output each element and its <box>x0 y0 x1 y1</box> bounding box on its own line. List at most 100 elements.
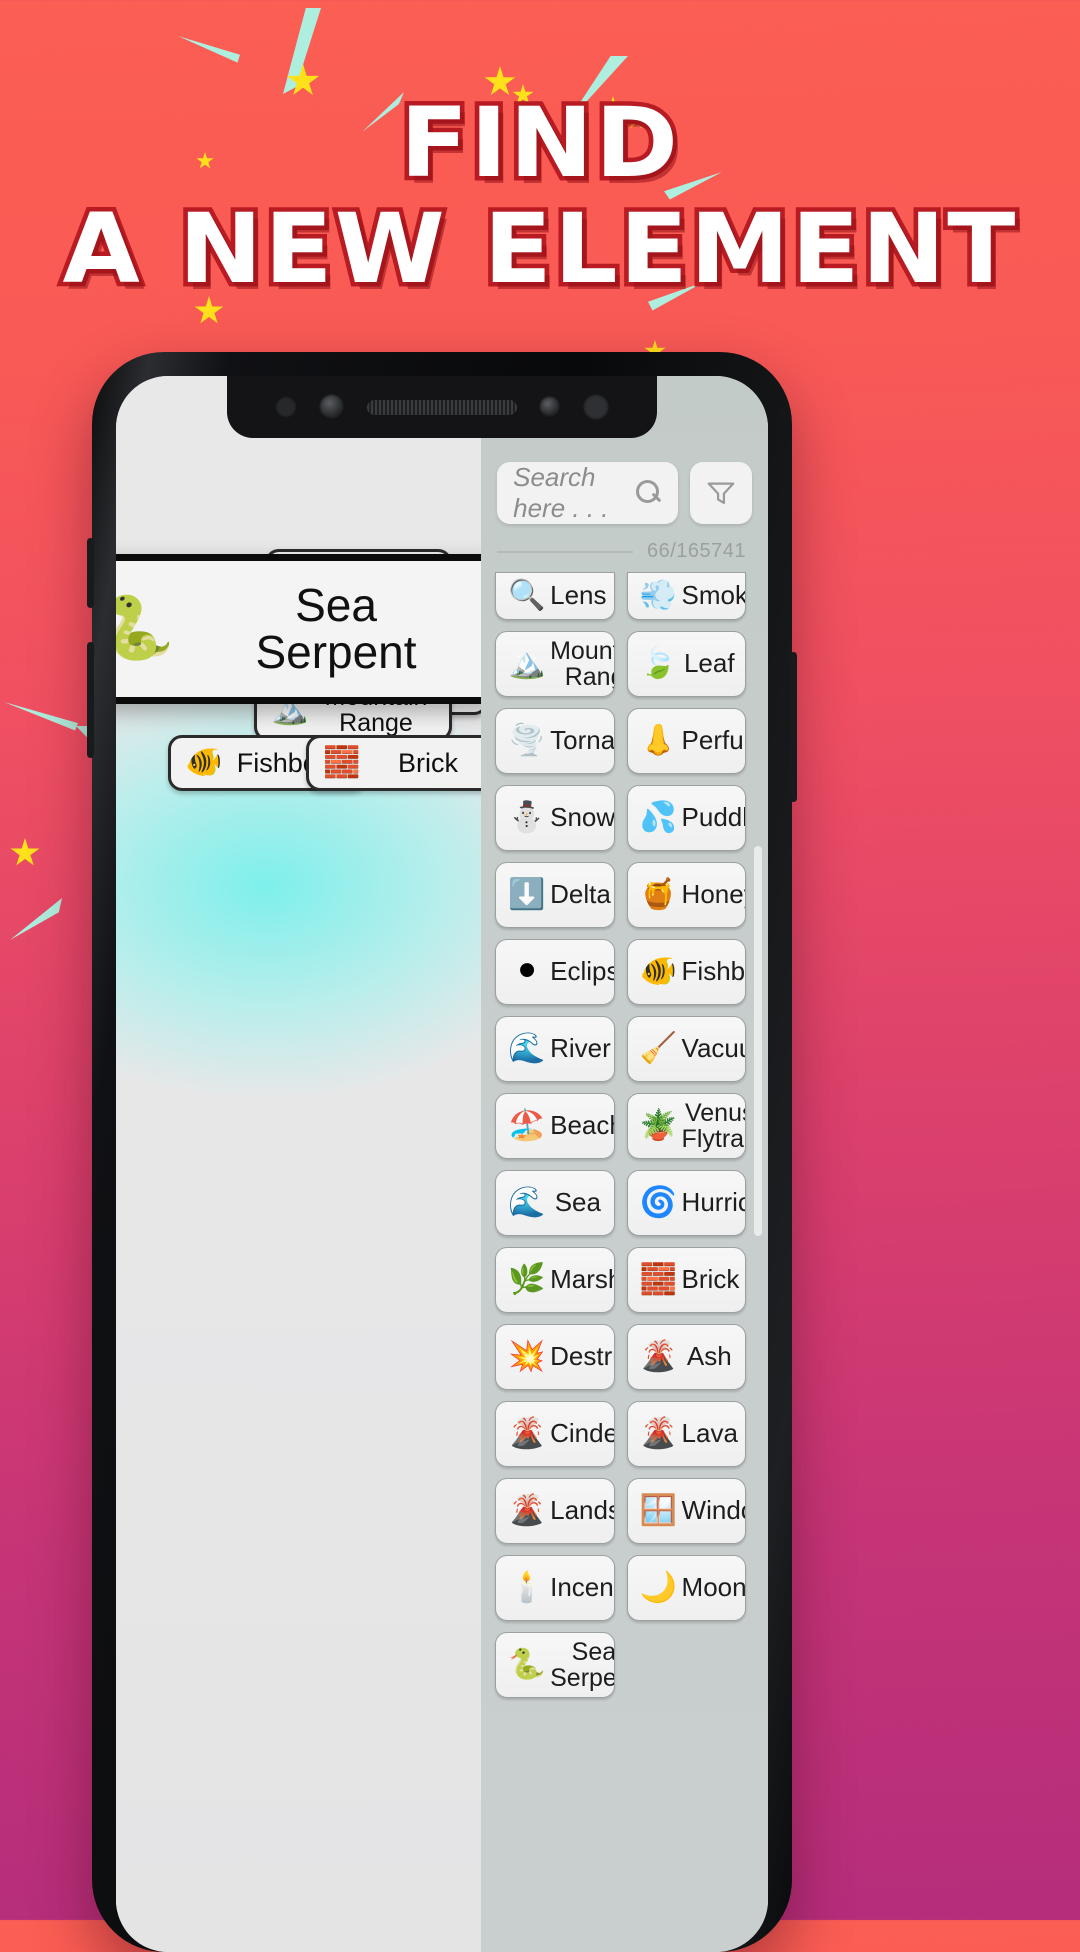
element-list-pane: Search here . . . 66/165741 🔍Lens💨Smoke🏔… <box>481 376 768 1952</box>
element-emoji-icon: 🌋 <box>639 1340 678 1373</box>
phone-button-volume-down[interactable] <box>87 642 94 758</box>
element-list-item[interactable]: 🕯️Incense <box>495 1555 615 1621</box>
confetti-streak <box>648 282 704 311</box>
element-list-item[interactable]: ⛄Snowman <box>495 785 615 851</box>
element-emoji-icon: 🌊 <box>508 1186 546 1219</box>
element-label: Brick <box>398 747 458 778</box>
confetti-star <box>512 84 534 105</box>
element-label: Destruction <box>550 1341 613 1372</box>
element-emoji-icon: 🌿 <box>508 1263 546 1296</box>
list-scrollbar[interactable] <box>754 846 762 1236</box>
element-label: Hurricane <box>681 1187 745 1218</box>
element-list-item[interactable]: 🐠Fishbowl <box>626 939 746 1005</box>
element-emoji-icon: ⚫ <box>514 955 540 988</box>
selected-element-card[interactable]: 🐍 Sea Serpent <box>116 554 482 704</box>
search-row: Search here . . . <box>497 462 752 524</box>
element-label: Eclipse <box>550 956 613 987</box>
confetti-streak <box>664 172 722 200</box>
element-label: Sea <box>554 1187 601 1218</box>
element-emoji-icon: 🧱 <box>323 746 361 779</box>
element-label: Beach <box>550 1110 613 1141</box>
element-list-item[interactable]: 💥Destruction <box>495 1324 615 1390</box>
element-emoji-icon: 🪴 <box>639 1109 678 1142</box>
app-screen: 🐍 Sea Serpent 🔍Lens🌳Tree❄️Ice⛄Snowman⚫Ec… <box>116 376 768 1952</box>
selected-element-label-line1: Sea <box>295 579 377 632</box>
element-list-item[interactable]: 🌪️Tornado <box>495 708 615 774</box>
element-label: Landslide <box>550 1495 613 1526</box>
element-list-item[interactable]: 🪴VenusFlytrap <box>626 1093 746 1159</box>
confetti-star <box>10 838 40 866</box>
filter-icon <box>707 482 735 505</box>
snake-icon: 🐍 <box>116 594 175 663</box>
element-emoji-icon: 🌊 <box>508 1032 546 1065</box>
element-label: SeaSerpent <box>550 1638 615 1692</box>
element-list-item[interactable]: 🍃 Leaf <box>626 631 746 697</box>
element-label: VenusFlytrap <box>681 1099 745 1153</box>
canvas-element-chip[interactable]: 🧱 Brick <box>306 735 482 791</box>
element-list-item[interactable]: ⬇️ Delta <box>495 862 615 928</box>
element-list-item[interactable]: 🔍 Lens <box>495 572 615 620</box>
element-emoji-icon: 🌪️ <box>508 724 546 757</box>
page-title: FIND A NEW ELEMENT <box>0 90 1080 302</box>
element-emoji-icon: 🧱 <box>639 1263 678 1296</box>
element-list-item[interactable]: 🪟Window <box>626 1478 746 1544</box>
element-list-item[interactable]: 🍯Honey <box>626 862 746 928</box>
filter-button[interactable] <box>690 462 752 524</box>
confetti-streak <box>4 702 78 731</box>
element-list-item[interactable]: 💦Puddle <box>626 785 746 851</box>
confetti-star <box>626 110 646 129</box>
element-emoji-icon: 🌋 <box>508 1494 546 1527</box>
element-emoji-icon: 🌙 <box>639 1571 678 1604</box>
search-icon[interactable] <box>636 480 662 506</box>
element-list-item[interactable]: 🌙 Moon <box>626 1555 746 1621</box>
element-list-item[interactable]: 🌋Cinder <box>495 1401 615 1467</box>
sensor-icon <box>275 396 297 418</box>
secondary-camera-icon <box>583 394 609 420</box>
confetti-star <box>484 66 516 96</box>
element-emoji-icon: 🍯 <box>639 878 678 911</box>
element-label: Snowman <box>550 802 615 833</box>
phone-button-volume-up[interactable] <box>87 538 94 608</box>
confetti-streak <box>178 36 240 63</box>
element-emoji-icon: 🏔️ <box>508 647 546 680</box>
element-list-item[interactable]: 🌊 Sea <box>495 1170 615 1236</box>
confetti-star <box>600 96 626 120</box>
selected-element-label: Sea Serpent <box>191 582 481 676</box>
element-label: Smoke <box>681 580 745 611</box>
front-camera-icon <box>319 394 345 420</box>
element-list-item[interactable]: 🏖️Beach <box>495 1093 615 1159</box>
element-emoji-icon: 🐠 <box>639 955 678 988</box>
phone-button-power[interactable] <box>790 652 797 802</box>
element-list-item[interactable]: 🌋 Ash <box>626 1324 746 1390</box>
element-list-item[interactable]: 🧹Vacuum <box>626 1016 746 1082</box>
proximity-sensor-icon <box>539 396 561 418</box>
element-label: Lens <box>550 580 607 611</box>
confetti-star <box>196 152 214 169</box>
workspace-canvas[interactable]: 🐍 Sea Serpent 🔍Lens🌳Tree❄️Ice⛄Snowman⚫Ec… <box>116 376 482 1952</box>
element-emoji-icon: 💨 <box>639 579 678 612</box>
element-list-item[interactable]: 🌋 Lava <box>626 1401 746 1467</box>
confetti-streak <box>10 898 62 940</box>
element-list-item[interactable]: 🌊 River <box>495 1016 615 1082</box>
search-input[interactable]: Search here . . . <box>497 462 678 524</box>
element-list-item[interactable]: 💨Smoke <box>626 572 746 620</box>
element-list-item[interactable]: 👃Perfume <box>626 708 746 774</box>
element-label: Lava <box>681 1418 738 1449</box>
element-label: Delta <box>550 879 611 910</box>
element-emoji-icon: 🍃 <box>639 647 678 680</box>
element-emoji-icon: 🌋 <box>639 1417 678 1450</box>
element-label: Fishbowl <box>681 956 746 987</box>
element-list-item[interactable]: ⚫ Eclipse <box>495 939 615 1005</box>
element-list-item[interactable]: 🌋Landslide <box>495 1478 615 1544</box>
element-label: Vacuum <box>681 1033 745 1064</box>
phone-mockup: 🐍 Sea Serpent 🔍Lens🌳Tree❄️Ice⛄Snowman⚫Ec… <box>87 352 797 1952</box>
element-emoji-icon: 🕯️ <box>508 1571 546 1604</box>
element-grid: 🔍Lens💨Smoke🏔️MountainRange🍃Leaf🌪️Tornado… <box>495 572 746 1952</box>
phone-screen: 🐍 Sea Serpent 🔍Lens🌳Tree❄️Ice⛄Snowman⚫Ec… <box>116 376 768 1952</box>
element-list-item[interactable]: 🏔️MountainRange <box>495 631 615 697</box>
element-list-item[interactable]: 🌀Hurricane <box>626 1170 746 1236</box>
confetti-streak <box>362 92 404 132</box>
element-list-item[interactable]: 🌿Marsh <box>495 1247 615 1313</box>
element-list-item[interactable]: 🐍SeaSerpent <box>495 1632 615 1698</box>
element-list-item[interactable]: 🧱 Brick <box>626 1247 746 1313</box>
